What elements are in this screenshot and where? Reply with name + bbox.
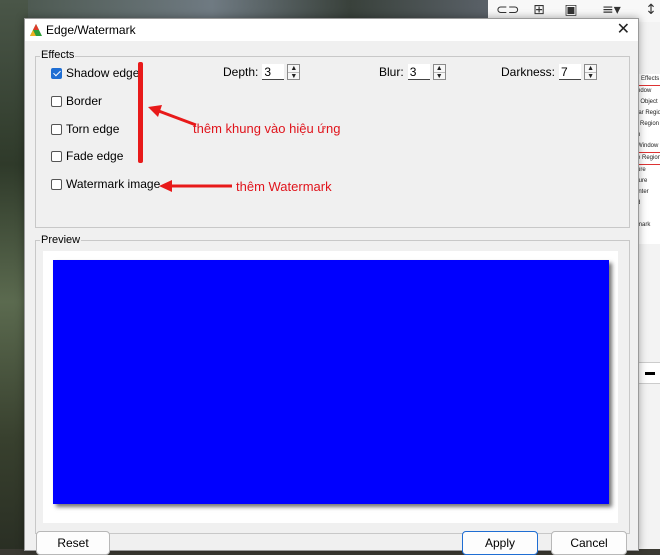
annotation-arrows [148, 105, 232, 192]
annotation-arrow-effects [155, 108, 197, 127]
annotation-arrowhead-watermark [159, 180, 172, 192]
annotation-watermark-note: thêm Watermark [236, 179, 332, 194]
annotation-effects-note: thêm khung vào hiệu ứng [193, 121, 341, 136]
annotation-arrowhead-effects [148, 105, 162, 117]
